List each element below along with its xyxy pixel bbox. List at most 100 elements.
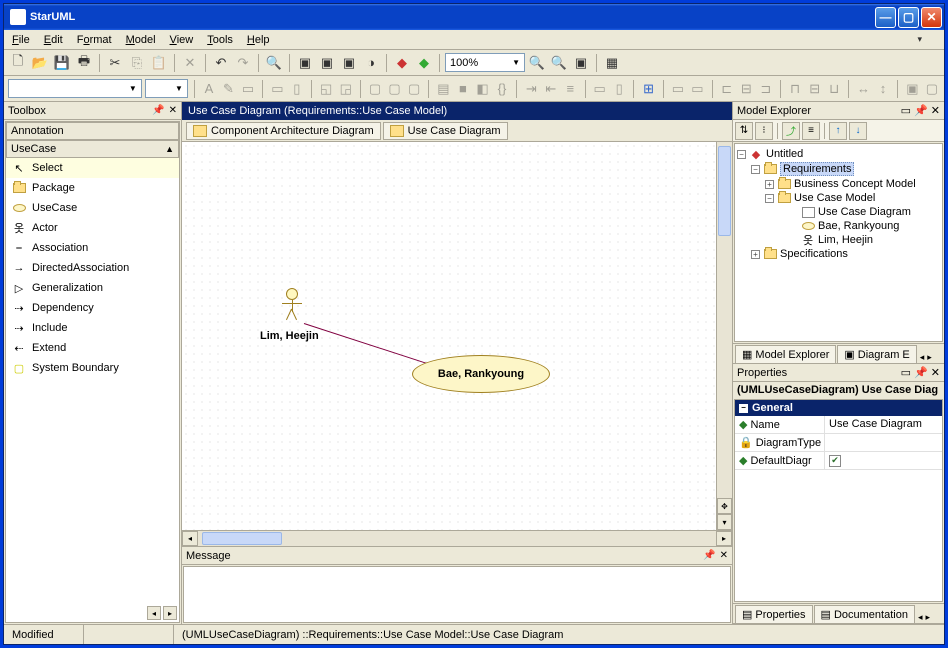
nav-button[interactable]: ⤴	[782, 122, 800, 140]
minimize-button[interactable]: —	[875, 7, 896, 28]
arrange-b-icon[interactable]: ◲	[337, 79, 354, 99]
al-center-icon[interactable]: ⊟	[738, 79, 755, 99]
line-button[interactable]: ▭	[240, 79, 257, 99]
zoom-fit-button[interactable]: ▣	[571, 53, 591, 73]
back-icon[interactable]: ▢	[924, 79, 941, 99]
maximize-button[interactable]: ▢	[898, 7, 919, 28]
toolbox-item-usecase[interactable]: UseCase	[6, 198, 179, 218]
menu-help[interactable]: Help	[247, 34, 270, 46]
font-button[interactable]: A	[201, 79, 218, 99]
tree-node-lim[interactable]: Lim, Heejin	[818, 234, 873, 246]
zoom-in-button[interactable]: 🔍	[549, 53, 569, 73]
properties-cat-general[interactable]: −General	[735, 400, 942, 416]
fmt-1-icon[interactable]: ▢	[367, 79, 384, 99]
window-icon[interactable]: ▭	[901, 366, 911, 379]
dist-h-icon[interactable]: ↔	[855, 79, 872, 99]
association-edge[interactable]	[304, 323, 428, 364]
menu-edit[interactable]: Edit	[44, 34, 63, 46]
layout-2-icon[interactable]: ▭	[670, 79, 687, 99]
front-icon[interactable]: ▣	[904, 79, 921, 99]
toolbox-item-actor[interactable]: 옷Actor	[6, 218, 179, 238]
expand-icon[interactable]: −	[765, 194, 774, 203]
tree-node-specs[interactable]: Specifications	[780, 248, 848, 260]
tool-f-icon[interactable]: ◆	[414, 53, 434, 73]
scroll-down-icon[interactable]: ▾	[717, 514, 732, 530]
zoom-out-button[interactable]: 🔍	[527, 53, 547, 73]
undo-button[interactable]: ↶	[211, 53, 231, 73]
tab-usecase-diagram[interactable]: Use Case Diagram	[383, 122, 508, 140]
fmt-2-icon[interactable]: ▢	[386, 79, 403, 99]
horizontal-scrollbar[interactable]: ◂ ▸	[182, 530, 732, 546]
close-button[interactable]: ✕	[921, 7, 942, 28]
toolbox-item-package[interactable]: Package	[6, 178, 179, 198]
prop-row-diagtype[interactable]: 🔒DiagramType	[735, 434, 942, 452]
tabs-right-icon[interactable]: ▸	[927, 352, 932, 363]
menu-format[interactable]: Format	[77, 34, 112, 46]
actor-node-lim[interactable]: Lim, Heejin	[282, 288, 319, 342]
tree-node-ucm[interactable]: Use Case Model	[794, 192, 875, 204]
tab-diagram-explorer[interactable]: ▣Diagram E	[837, 345, 916, 363]
filter-button[interactable]: ⁝	[755, 122, 773, 140]
prop-name-value[interactable]: Use Case Diagram	[825, 416, 942, 433]
tabs-left-icon[interactable]: ◂	[918, 612, 923, 623]
toolbox-cat-usecase[interactable]: UseCase▲	[6, 140, 179, 158]
fmt-9-icon[interactable]: ⇤	[543, 79, 560, 99]
fmt-10-icon[interactable]: ≡	[562, 79, 579, 99]
tree-node-ucd[interactable]: Use Case Diagram	[818, 206, 911, 218]
menu-view[interactable]: View	[170, 34, 194, 46]
tree-node-requirements[interactable]: Requirements	[780, 162, 854, 176]
close-panel-icon[interactable]: ✕	[169, 105, 177, 116]
pin-icon[interactable]: 📌	[152, 105, 164, 116]
pin-icon[interactable]: 📌	[914, 104, 928, 117]
al-mid-icon[interactable]: ⊟	[806, 79, 823, 99]
menu-chevron-icon[interactable]: ▾	[917, 34, 922, 45]
model-tree[interactable]: −◆Untitled −Requirements +Business Conce…	[734, 143, 943, 342]
sort-button[interactable]: ⇅	[735, 122, 753, 140]
scroll-left-icon[interactable]: ◂	[182, 531, 198, 546]
close-panel-icon[interactable]: ✕	[931, 104, 940, 117]
toolbox-left-icon[interactable]: ◂	[147, 606, 161, 620]
dist-v-icon[interactable]: ↕	[875, 79, 892, 99]
scroll-right-icon[interactable]: ▸	[716, 531, 732, 546]
arrange-a-icon[interactable]: ◱	[318, 79, 335, 99]
close-panel-icon[interactable]: ✕	[931, 366, 940, 379]
tool-d-icon[interactable]: ◑	[361, 53, 381, 73]
titlebar[interactable]: ◈ StarUML — ▢ ✕	[4, 4, 944, 30]
prop-row-name[interactable]: ◆Name Use Case Diagram	[735, 416, 942, 434]
fmt-5-icon[interactable]: ■	[455, 79, 472, 99]
tabs-left-icon[interactable]: ◂	[920, 352, 925, 363]
align-b-icon[interactable]: ▯	[289, 79, 306, 99]
expand-icon[interactable]: ✥	[717, 498, 732, 514]
size-combo[interactable]: ▼	[145, 79, 188, 98]
up-button[interactable]: ↑	[829, 122, 847, 140]
tabs-right-icon[interactable]: ▸	[925, 612, 930, 623]
open-button[interactable]: 📂	[30, 53, 50, 73]
find-button[interactable]: 🔍	[264, 53, 284, 73]
expand-icon[interactable]: −	[751, 165, 760, 174]
message-body[interactable]	[183, 566, 731, 623]
tab-properties[interactable]: ▤Properties	[735, 605, 813, 623]
al-right-icon[interactable]: ⊐	[758, 79, 775, 99]
usecase-node-bae[interactable]: Bae, Rankyoung	[412, 355, 550, 393]
tree-node-root[interactable]: Untitled	[766, 148, 803, 160]
diagram-canvas[interactable]: Lim, Heejin Bae, Rankyoung	[182, 142, 716, 530]
fmt-8-icon[interactable]: ⇥	[523, 79, 540, 99]
font-combo[interactable]: ▼	[8, 79, 142, 98]
copy-button[interactable]: ⎘	[127, 53, 147, 73]
toolbox-item-sysbound[interactable]: ▢System Boundary	[6, 358, 179, 378]
toolbox-item-extend[interactable]: ⇠Extend	[6, 338, 179, 358]
cut-button[interactable]: ✂	[105, 53, 125, 73]
pin-icon[interactable]: 📌	[703, 550, 715, 561]
window-icon[interactable]: ▭	[901, 104, 911, 117]
fmt-6-icon[interactable]: ◧	[474, 79, 491, 99]
tree-node-bae[interactable]: Bae, Rankyoung	[818, 220, 899, 232]
toolbox-item-include[interactable]: ⇢Include	[6, 318, 179, 338]
print-button[interactable]: 🖶	[74, 53, 94, 73]
paste-button[interactable]: 📋	[149, 53, 169, 73]
tool-e-icon[interactable]: ◆	[392, 53, 412, 73]
fmt-4-icon[interactable]: ▤	[435, 79, 452, 99]
zoom-combo[interactable]: 100% ▼	[445, 53, 525, 72]
expand-icon[interactable]: +	[751, 250, 760, 259]
tree-node-bcm[interactable]: Business Concept Model	[794, 178, 916, 190]
expand-icon[interactable]: +	[765, 180, 774, 189]
